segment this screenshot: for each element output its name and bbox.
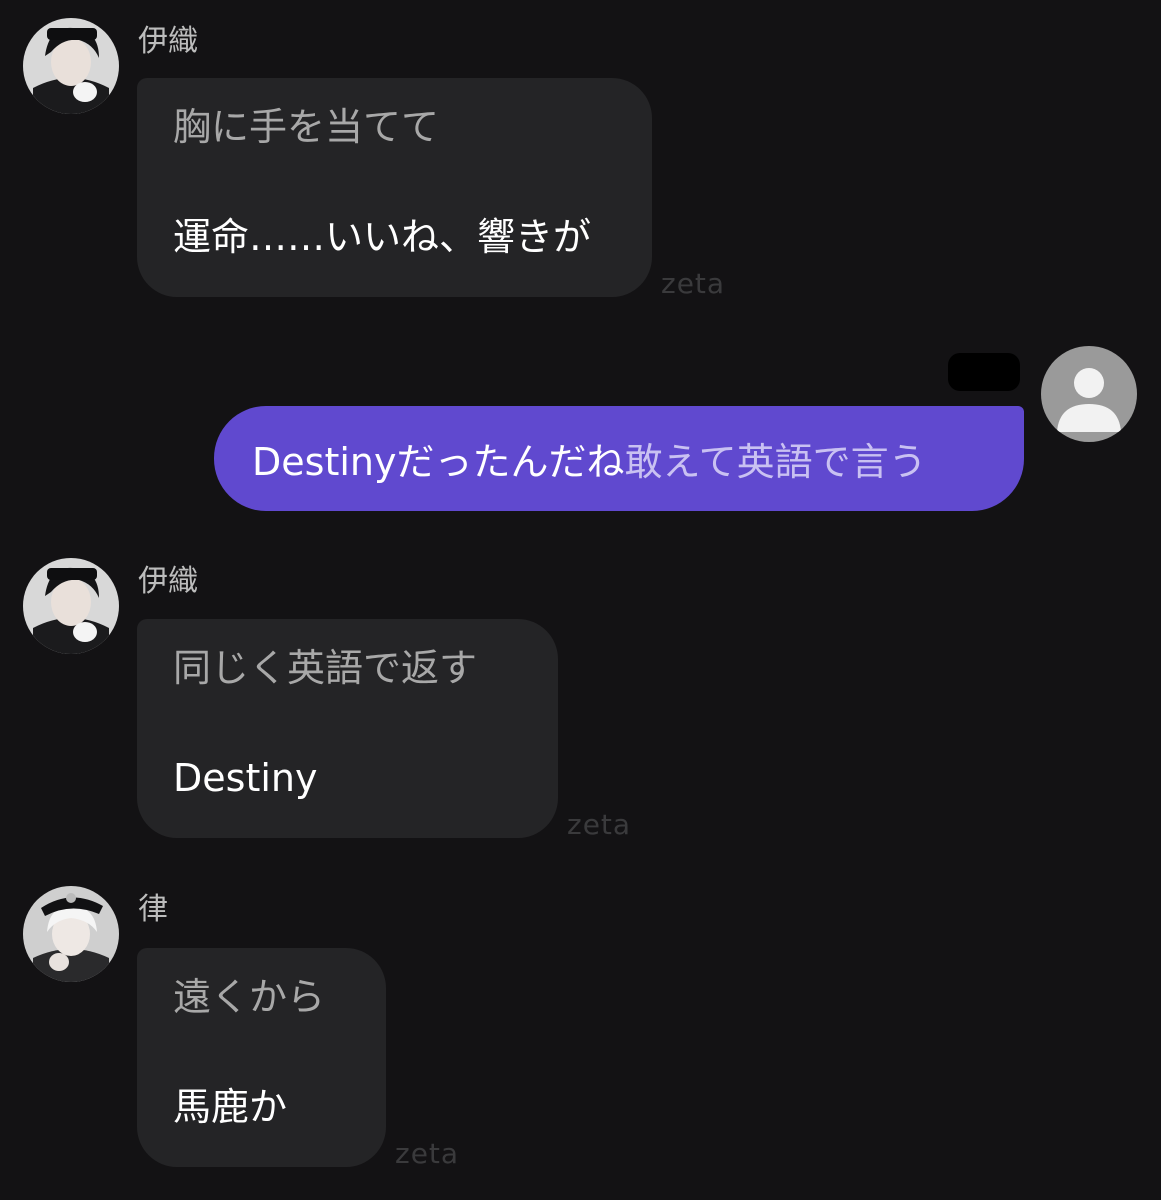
speech-text: Destiny — [173, 756, 318, 800]
iori-avatar[interactable] — [23, 558, 119, 654]
zeta-watermark: zeta — [395, 1137, 460, 1170]
speech-text: 馬鹿か — [173, 1085, 288, 1129]
narration-text: 同じく英語で返す — [173, 646, 478, 690]
narration-text: 遠くから — [173, 975, 326, 1019]
ritsu-avatar[interactable] — [23, 886, 119, 982]
user-bubble: Destinyだったんだね 敢えて英語で言う — [214, 406, 1024, 511]
zeta-watermark: zeta — [567, 808, 632, 841]
sender-name: 律 — [138, 892, 168, 927]
user-avatar-icon[interactable] — [1041, 346, 1137, 442]
iori-avatar[interactable] — [23, 18, 119, 114]
character-bubble: 遠くから 馬鹿か — [137, 948, 386, 1167]
zeta-watermark: zeta — [661, 267, 726, 300]
narration-text: 胸に手を当てて — [173, 105, 440, 149]
speech-text: 運命……いいね、響きが — [173, 215, 592, 259]
user-narration-text: 敢えて英語で言う — [624, 440, 927, 484]
sender-name: 伊織 — [138, 24, 198, 59]
character-bubble: 胸に手を当てて 運命……いいね、響きが — [137, 78, 652, 297]
redacted-username — [948, 353, 1020, 391]
sender-name: 伊織 — [138, 564, 198, 599]
character-bubble: 同じく英語で返す Destiny — [137, 619, 558, 838]
user-speech-text: Destinyだったんだね — [252, 440, 625, 484]
